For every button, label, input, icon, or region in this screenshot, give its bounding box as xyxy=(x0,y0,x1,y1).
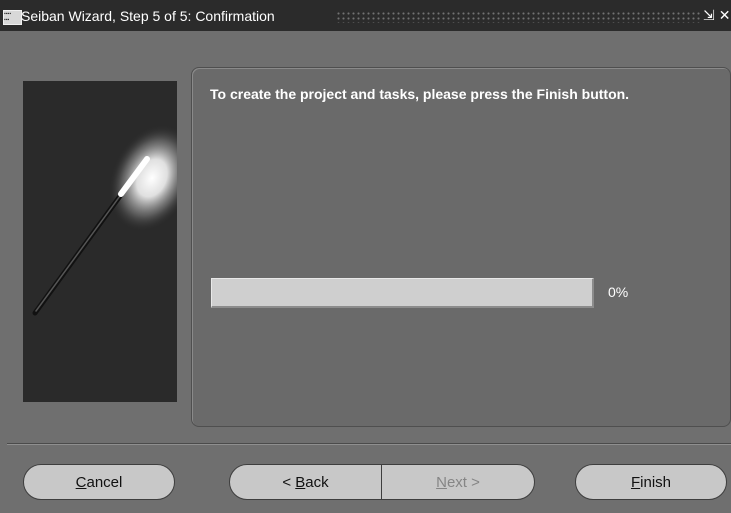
cancel-label: ancel xyxy=(86,473,123,491)
finish-accel: F xyxy=(630,473,641,491)
progress-bar xyxy=(211,278,594,308)
next-label: ext > xyxy=(446,473,480,491)
magic-wand-icon xyxy=(32,124,177,316)
next-accel: N xyxy=(436,473,447,491)
instruction-text: To create the project and tasks, please … xyxy=(210,86,630,102)
close-icon[interactable]: ✕ xyxy=(719,7,731,23)
app-window-icon[interactable]: ▪▪▪▪ ▪▪▪ xyxy=(3,10,22,25)
wizard-image xyxy=(23,81,177,402)
cancel-accel: C xyxy=(75,473,87,491)
back-button[interactable]: < Back xyxy=(229,464,382,500)
back-prefix: < xyxy=(282,473,296,491)
button-separator xyxy=(7,443,731,445)
finish-label: inish xyxy=(640,473,672,491)
content-panel: To create the project and tasks, please … xyxy=(191,67,731,427)
back-accel: B xyxy=(295,473,306,491)
title-bar[interactable]: ▪▪▪▪ ▪▪▪ Seiban Wizard, Step 5 of 5: Conf… xyxy=(0,0,731,31)
next-button[interactable]: Next > xyxy=(381,464,535,500)
finish-button[interactable]: Finish xyxy=(575,464,727,500)
cancel-button[interactable]: Cancel xyxy=(23,464,175,500)
minimize-icon[interactable]: ⇲ xyxy=(703,7,715,23)
progress-percent: 0% xyxy=(608,284,629,300)
window-title: Seiban Wizard, Step 5 of 5: Confirmation xyxy=(21,8,275,24)
back-label: ack xyxy=(305,473,329,491)
window-controls: ⇲ ✕ xyxy=(703,7,731,24)
title-bar-texture xyxy=(336,11,700,23)
